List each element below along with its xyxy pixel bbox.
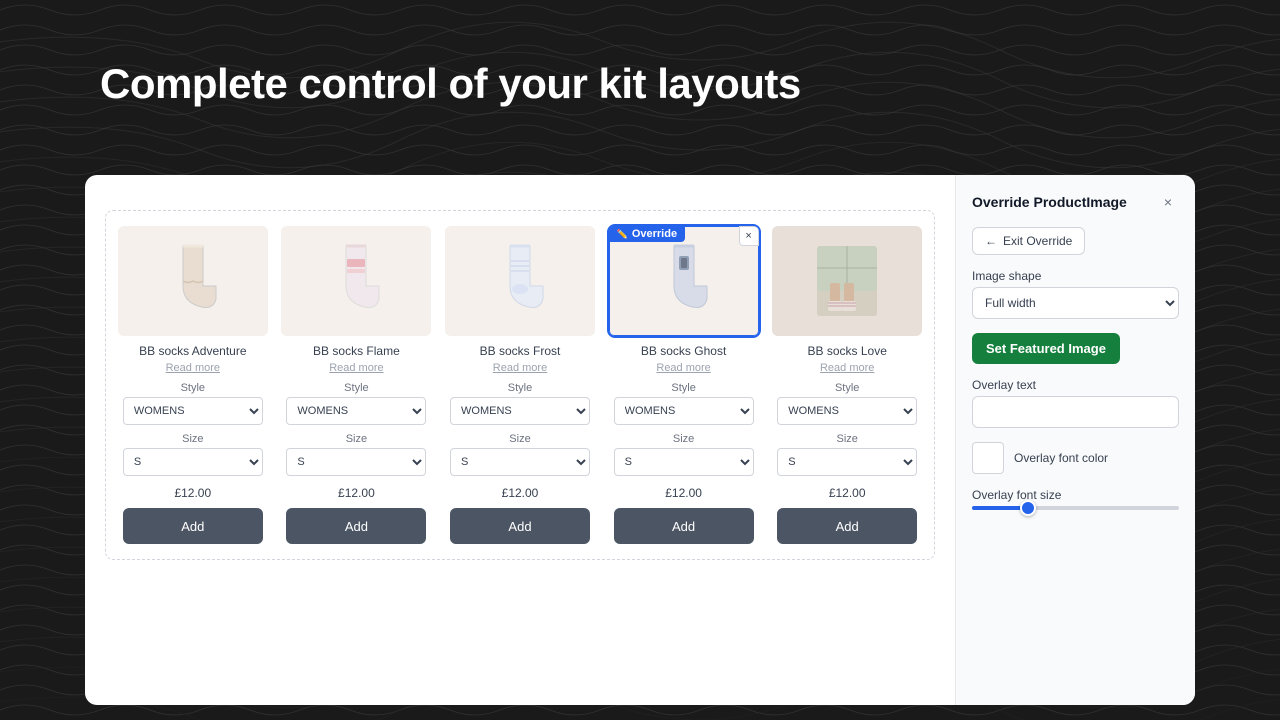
- add-button-2[interactable]: Add: [286, 508, 426, 544]
- overlay-font-color-field: Overlay font color: [972, 442, 1179, 474]
- style-label-2: Style: [344, 382, 368, 394]
- hero-title: Complete control of your kit layouts: [100, 60, 801, 108]
- read-more-4[interactable]: Read more: [656, 362, 710, 374]
- product-grid: BB socks Adventure Read more Style WOMEN…: [116, 226, 924, 544]
- size-label-1: Size: [182, 433, 203, 445]
- image-shape-select[interactable]: Full width Square Portrait Landscape: [972, 287, 1179, 319]
- override-icon: ✏️: [617, 229, 628, 240]
- product-card-3: BB socks Frost Read more Style WOMENS ME…: [443, 226, 597, 544]
- add-button-1[interactable]: Add: [123, 508, 263, 544]
- image-shape-field: Image shape Full width Square Portrait L…: [972, 269, 1179, 319]
- product-image-5: [772, 226, 922, 336]
- price-3: £12.00: [502, 486, 539, 500]
- price-1: £12.00: [174, 486, 211, 500]
- style-select-1[interactable]: WOMENS MENS: [123, 397, 263, 425]
- overlay-text-label: Overlay text: [972, 378, 1179, 392]
- style-select-4[interactable]: WOMENS MENS: [614, 397, 754, 425]
- panel-close-button[interactable]: ×: [1157, 191, 1179, 213]
- override-panel: Override ProductImage × ← Exit Override …: [955, 175, 1195, 705]
- add-button-4[interactable]: Add: [614, 508, 754, 544]
- exit-override-label: Exit Override: [1003, 234, 1072, 248]
- size-label-2: Size: [346, 433, 367, 445]
- override-close-button[interactable]: ×: [739, 226, 759, 246]
- read-more-1[interactable]: Read more: [166, 362, 220, 374]
- overlay-font-size-field: Overlay font size: [972, 488, 1179, 510]
- style-select-2[interactable]: WOMENS MENS: [286, 397, 426, 425]
- back-arrow-icon: ←: [985, 234, 997, 248]
- override-badge: ✏️ Override: [609, 226, 685, 242]
- product-card-5: BB socks Love Read more Style WOMENS MEN…: [770, 226, 924, 544]
- product-card-1: BB socks Adventure Read more Style WOMEN…: [116, 226, 270, 544]
- read-more-3[interactable]: Read more: [493, 362, 547, 374]
- product-card-4: ✏️ Override × BB socks Ghost Read more S…: [607, 226, 761, 544]
- price-4: £12.00: [665, 486, 702, 500]
- product-image-3: [445, 226, 595, 336]
- font-size-slider[interactable]: [972, 506, 1179, 510]
- product-area: BB socks Adventure Read more Style WOMEN…: [85, 175, 955, 705]
- add-button-3[interactable]: Add: [450, 508, 590, 544]
- slider-wrapper: [972, 506, 1179, 510]
- panel-title: Override ProductImage: [972, 194, 1127, 210]
- price-2: £12.00: [338, 486, 375, 500]
- read-more-5[interactable]: Read more: [820, 362, 874, 374]
- style-label-5: Style: [835, 382, 859, 394]
- size-select-4[interactable]: S M L: [614, 448, 754, 476]
- overlay-text-field: Overlay text: [972, 378, 1179, 428]
- product-name-2: BB socks Flame: [313, 344, 400, 358]
- style-select-3[interactable]: WOMENS MENS: [450, 397, 590, 425]
- product-card-2: BB socks Flame Read more Style WOMENS ME…: [280, 226, 434, 544]
- color-swatch[interactable]: [972, 442, 1004, 474]
- exit-override-button[interactable]: ← Exit Override: [972, 227, 1085, 255]
- overlay-text-input[interactable]: [972, 396, 1179, 428]
- add-button-5[interactable]: Add: [777, 508, 917, 544]
- overlay-font-color-label: Overlay font color: [1014, 451, 1108, 465]
- product-name-3: BB socks Frost: [480, 344, 561, 358]
- size-label-4: Size: [673, 433, 694, 445]
- size-label-5: Size: [836, 433, 857, 445]
- style-label-1: Style: [181, 382, 205, 394]
- product-image-1: [118, 226, 268, 336]
- size-label-3: Size: [509, 433, 530, 445]
- price-5: £12.00: [829, 486, 866, 500]
- image-shape-label: Image shape: [972, 269, 1179, 283]
- read-more-2[interactable]: Read more: [329, 362, 383, 374]
- product-grid-border: BB socks Adventure Read more Style WOMEN…: [105, 210, 935, 560]
- product-image-4: ✏️ Override ×: [609, 226, 759, 336]
- style-label-4: Style: [671, 382, 695, 394]
- size-select-1[interactable]: S M L: [123, 448, 263, 476]
- panel-header: Override ProductImage ×: [972, 191, 1179, 213]
- product-name-1: BB socks Adventure: [139, 344, 246, 358]
- style-select-5[interactable]: WOMENS MENS: [777, 397, 917, 425]
- override-badge-label: Override: [632, 228, 677, 240]
- override-wrapper: ✏️ Override ×: [609, 226, 759, 336]
- main-card: BB socks Adventure Read more Style WOMEN…: [85, 175, 1195, 705]
- style-label-3: Style: [508, 382, 532, 394]
- set-featured-image-button[interactable]: Set Featured Image: [972, 333, 1120, 364]
- product-image-2: [281, 226, 431, 336]
- size-select-3[interactable]: S M L: [450, 448, 590, 476]
- product-name-4: BB socks Ghost: [641, 344, 726, 358]
- product-name-5: BB socks Love: [808, 344, 887, 358]
- size-select-2[interactable]: S M L: [286, 448, 426, 476]
- size-select-5[interactable]: S M L: [777, 448, 917, 476]
